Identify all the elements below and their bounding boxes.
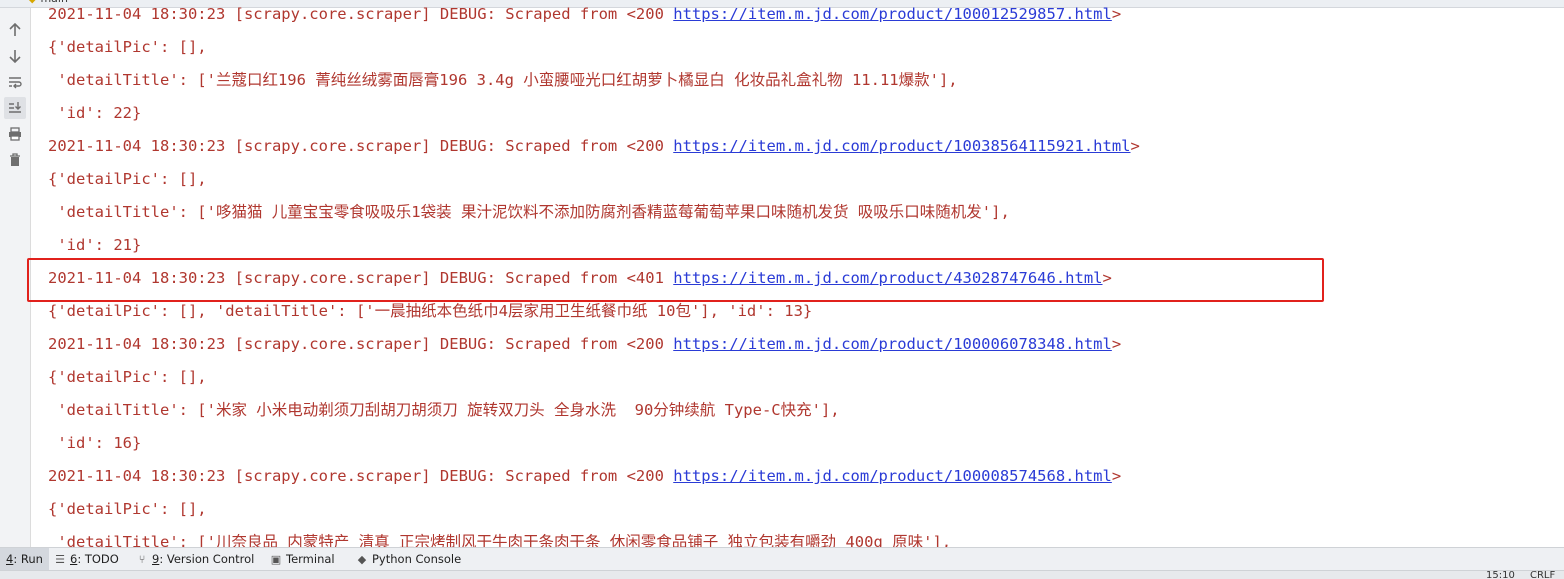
result-line: {'detailPic': [], — [48, 368, 207, 386]
result-line: 'id': 22} — [48, 104, 142, 122]
result-line: 'detailTitle': ['哆猫猫 儿童宝宝零食吸吸乐1袋装 果汁泥饮料不… — [48, 203, 1010, 221]
tool-window-bar: 4: Run ☰ 6: TODO ⑂ 9: Version Control ▣ Ter… — [0, 547, 1564, 571]
log-line: 2021-11-04 18:30:23 [scrapy.core.scraper… — [48, 5, 1122, 23]
result-line: 'detailTitle': ['川奈良品 内蒙特产 清真 正宗烤制风干牛肉干条… — [48, 533, 952, 547]
python-icon: ◆ — [357, 553, 367, 566]
print-icon[interactable] — [4, 123, 26, 145]
version-control-tab[interactable]: ⑂ 9: Version Control — [130, 548, 260, 571]
result-line: {'detailPic': [], 'detailTitle': ['一晨抽纸本… — [48, 302, 813, 320]
log-line: 2021-11-04 18:30:23 [scrapy.core.scraper… — [48, 335, 1122, 353]
log-line: 2021-11-04 18:30:23 [scrapy.core.scraper… — [48, 137, 1140, 155]
status-bar: 15:10 CRLF — [0, 570, 1564, 579]
caret-position[interactable]: 15:10 — [1486, 571, 1515, 579]
product-url-link[interactable]: https://item.m.jd.com/product/1000060783… — [673, 335, 1112, 353]
arrow-down-icon[interactable] — [4, 45, 26, 67]
terminal-icon: ▣ — [270, 553, 282, 566]
trash-icon[interactable] — [4, 149, 26, 171]
log-line: 2021-11-04 18:30:23 [scrapy.core.scraper… — [48, 467, 1122, 485]
arrow-up-icon[interactable] — [4, 19, 26, 41]
result-line: 'id': 16} — [48, 434, 142, 452]
list-icon: ☰ — [55, 553, 65, 566]
terminal-tab[interactable]: ▣ Terminal — [264, 548, 341, 571]
result-line: {'detailPic': [], — [48, 38, 207, 56]
todo-tab[interactable]: ☰ 6: TODO — [48, 548, 125, 571]
product-url-link[interactable]: https://item.m.jd.com/product/1000125298… — [673, 5, 1112, 23]
branch-icon: ⑂ — [138, 553, 146, 566]
scroll-to-end-icon[interactable] — [4, 97, 26, 119]
line-ending[interactable]: CRLF — [1530, 571, 1555, 579]
soft-wrap-icon[interactable] — [4, 71, 26, 93]
product-url-link[interactable]: https://item.m.jd.com/product/1003856411… — [673, 137, 1130, 155]
result-line: {'detailPic': [], — [48, 500, 207, 518]
result-line: 'id': 21} — [48, 236, 142, 254]
python-console-tab[interactable]: ◆ Python Console — [350, 548, 467, 571]
result-line: 'detailTitle': ['兰蔻口红196 菁纯丝绒雾面唇膏196 3.4… — [48, 71, 958, 89]
run-tab[interactable]: 4: Run — [0, 548, 49, 571]
result-line: 'detailTitle': ['米家 小米电动剃须刀刮胡刀胡须刀 旋转双刀头 … — [48, 401, 840, 419]
result-line: {'detailPic': [], — [48, 170, 207, 188]
highlight-box — [27, 258, 1324, 302]
product-url-link[interactable]: https://item.m.jd.com/product/1000085745… — [673, 467, 1112, 485]
